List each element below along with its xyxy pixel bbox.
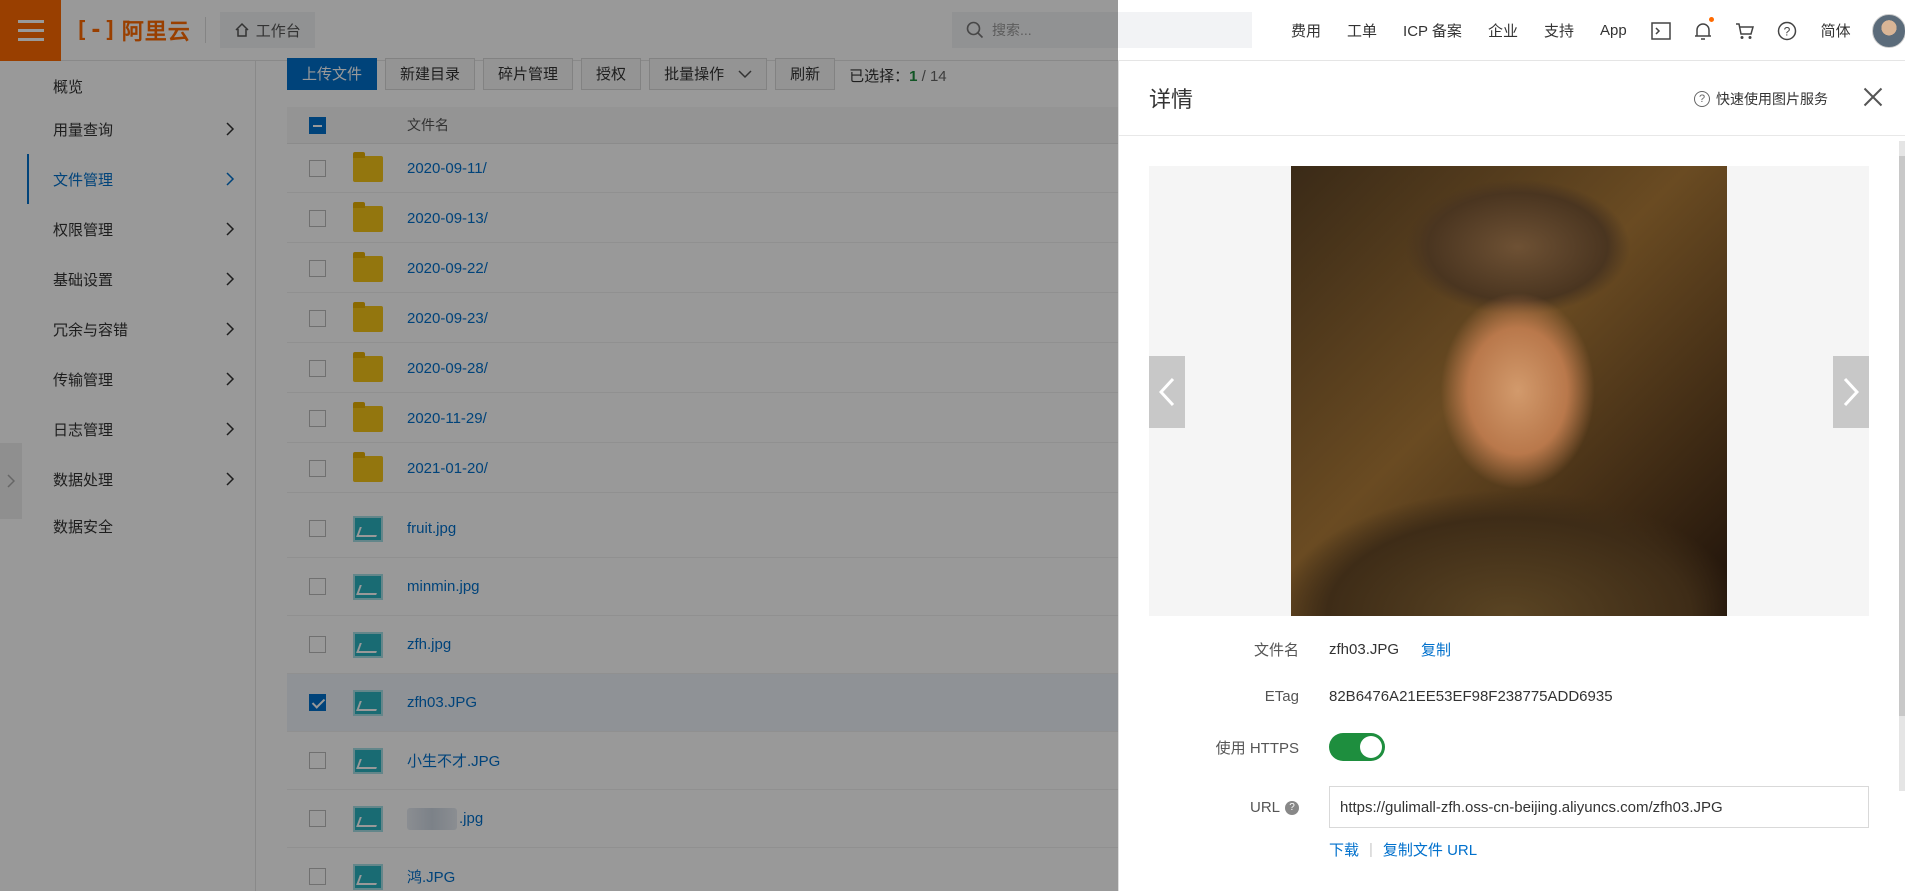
- url-field: URL? https://gulimall-zfh.oss-cn-beijing…: [1149, 786, 1869, 828]
- preview-photo: [1291, 166, 1727, 616]
- download-link[interactable]: 下载: [1329, 839, 1359, 860]
- terminal-button[interactable]: [1640, 21, 1682, 40]
- cart-icon: [1735, 22, 1754, 39]
- nav-enterprise[interactable]: 企业: [1475, 20, 1531, 41]
- chevron-left-icon: [1159, 377, 1175, 407]
- top-nav: 费用 工单 ICP 备案 企业 支持 App ? 简体: [1278, 0, 1864, 61]
- filename-value: zfh03.JPG: [1329, 641, 1400, 658]
- nav-billing[interactable]: 费用: [1278, 20, 1334, 41]
- nav-tickets[interactable]: 工单: [1334, 20, 1390, 41]
- filename-field: 文件名 zfh03.JPG 复制: [1149, 639, 1869, 660]
- drawer-header: 详情 ? 快速使用图片服务: [1119, 61, 1905, 136]
- copy-url-link[interactable]: 复制文件 URL: [1383, 839, 1477, 860]
- notification-badge: [1708, 16, 1714, 22]
- url-label: URL?: [1149, 799, 1299, 816]
- cart-button[interactable]: [1724, 22, 1766, 40]
- https-toggle[interactable]: [1329, 733, 1385, 761]
- nav-app[interactable]: App: [1587, 22, 1640, 39]
- https-field: 使用 HTTPS: [1149, 733, 1869, 761]
- terminal-icon: [1650, 21, 1671, 40]
- url-input[interactable]: https://gulimall-zfh.oss-cn-beijing.aliy…: [1329, 786, 1869, 828]
- question-circle-icon: ?: [1694, 91, 1710, 107]
- nav-support[interactable]: 支持: [1531, 20, 1587, 41]
- link-separator: |: [1369, 841, 1373, 858]
- modal-backdrop[interactable]: [0, 0, 1118, 891]
- etag-field: ETag 82B6476A21EE53EF98F238775ADD6935: [1149, 688, 1869, 705]
- previous-image-button[interactable]: [1149, 356, 1185, 428]
- svg-text:?: ?: [1783, 24, 1790, 38]
- etag-label: ETag: [1264, 688, 1299, 705]
- image-preview: [1149, 166, 1869, 616]
- url-label-text: URL: [1249, 798, 1280, 816]
- detail-drawer: 详情 ? 快速使用图片服务 文件名 zfh03.JPG 复制 ETag 82B6…: [1118, 61, 1905, 891]
- filename-label: 文件名: [1253, 642, 1299, 659]
- chevron-right-icon: [1843, 377, 1859, 407]
- help-button[interactable]: ?: [1766, 21, 1808, 41]
- quick-start-image-service-link[interactable]: ? 快速使用图片服务: [1694, 89, 1828, 109]
- url-actions: 下载 | 复制文件 URL: [1329, 839, 1477, 860]
- notification-button[interactable]: [1682, 16, 1724, 41]
- language-switch[interactable]: 简体: [1808, 20, 1864, 41]
- help-icon: ?: [1777, 21, 1796, 40]
- https-label: 使用 HTTPS: [1215, 739, 1299, 757]
- bell-icon: [1694, 22, 1711, 40]
- etag-value: 82B6476A21EE53EF98F238775ADD6935: [1329, 688, 1613, 705]
- drawer-title: 详情: [1149, 87, 1194, 112]
- help-link-label: 快速使用图片服务: [1716, 91, 1828, 107]
- drawer-scrollbar[interactable]: [1899, 141, 1905, 791]
- next-image-button[interactable]: [1833, 356, 1869, 428]
- nav-icp[interactable]: ICP 备案: [1390, 20, 1475, 41]
- copy-filename-link[interactable]: 复制: [1421, 639, 1451, 660]
- close-icon[interactable]: [1861, 85, 1885, 109]
- user-avatar[interactable]: [1872, 14, 1905, 48]
- question-icon[interactable]: ?: [1285, 800, 1299, 815]
